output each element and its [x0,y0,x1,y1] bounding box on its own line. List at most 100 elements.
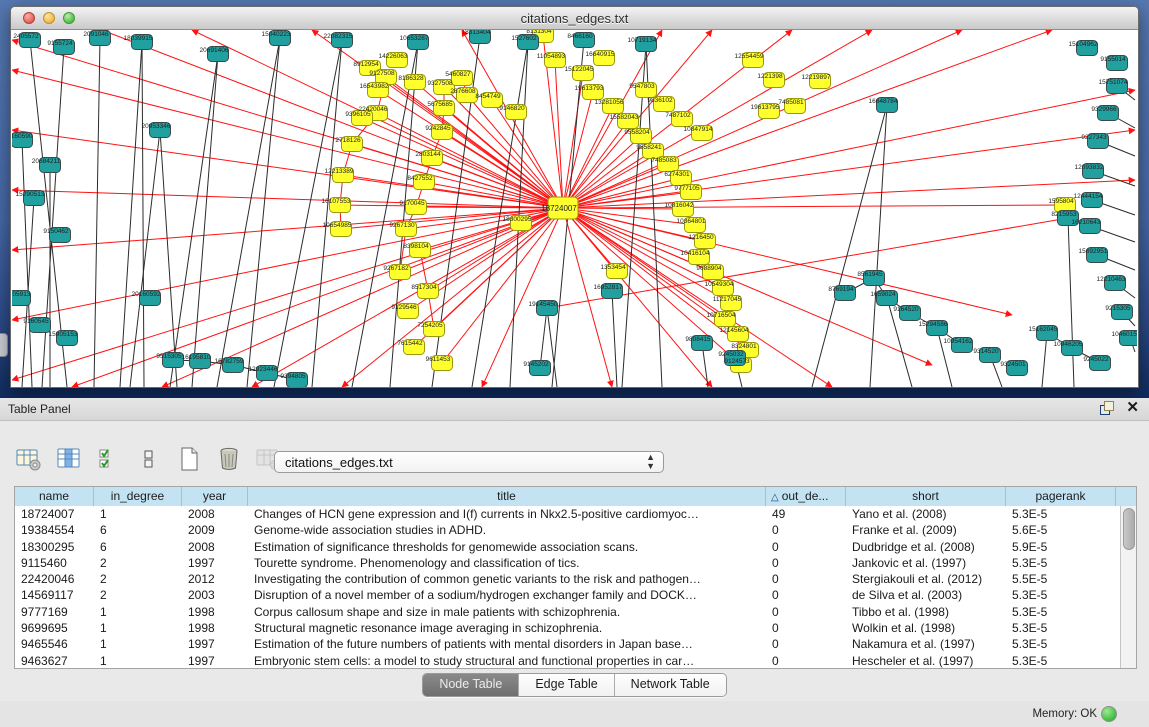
node-label: 7485081 [778,99,804,106]
node-label: 16543982 [360,83,389,90]
rows-icon[interactable] [134,444,164,474]
table-cell: 9465546 [15,636,94,652]
node-label: 9558241 [636,144,662,151]
network-edge[interactable] [555,60,563,208]
network-edge[interactable] [22,140,32,387]
table-panel-titlebar[interactable]: Table Panel ✕ [0,398,1149,421]
node-label: 20953346 [142,123,171,130]
node-label: 1527602 [511,35,537,42]
network-edge[interactable] [217,38,280,387]
network-edge[interactable] [540,308,547,368]
table-cell: 49 [766,506,846,522]
table-cell: 0 [766,522,846,538]
table-cell: 1 [94,653,182,668]
network-canvas[interactable]: 1872400718300295891295414226063912750816… [12,30,1137,387]
row-check-icon[interactable] [94,444,124,474]
column-header-title[interactable]: title [248,487,766,506]
network-edge[interactable] [12,208,563,250]
network-edge[interactable] [1068,218,1074,387]
network-edge[interactable] [247,38,280,387]
node-label: 9170045 [399,200,425,207]
network-edge[interactable] [130,130,160,387]
network-edge[interactable] [563,205,1065,208]
table-row[interactable]: 977716911998Corpus callosum shape and si… [15,604,1120,620]
network-edge[interactable] [170,54,218,387]
node-label: 8427552 [407,175,433,182]
node-label: 7485083 [651,157,677,164]
table-cell: de Silva et al. (2003) [846,587,1006,603]
column-select-icon[interactable] [54,444,84,474]
float-panel-icon[interactable] [1100,401,1114,415]
column-header-in-degree[interactable]: in_degree [94,487,182,506]
window-titlebar[interactable]: citations_edges.txt [11,7,1138,30]
node-label: 8769194 [828,286,854,293]
network-edge[interactable] [312,40,342,387]
table-row[interactable]: 1456911722003Disruption of a novel membe… [15,587,1120,603]
network-edge[interactable] [192,54,218,387]
column-header-out-degree[interactable]: △out_de... [766,487,846,506]
table-cell: 14569117 [15,587,94,603]
table-cell: 9115460 [15,555,94,571]
node-label: 15905153 [49,331,78,338]
network-edge[interactable] [274,40,342,387]
new-file-icon[interactable] [174,444,204,474]
node-label: 20684211 [32,158,61,165]
table-cell: Tourette syndrome. Phenomenology and cla… [248,555,766,571]
node-label: 8215953 [1051,211,1077,218]
table-row[interactable]: 946362711997Embryonic stem cells: a mode… [15,653,1120,668]
delete-icon[interactable] [214,444,244,474]
network-edge[interactable] [1042,333,1047,387]
table-cell: 0 [766,587,846,603]
network-edge[interactable] [142,42,144,387]
column-header-short[interactable]: short [846,487,1006,506]
node-label: 9396105 [345,111,371,118]
network-edge[interactable] [12,208,563,320]
node-label: 9688904 [696,265,722,272]
network-edge[interactable] [12,130,563,208]
table-row[interactable]: 1830029562008Estimation of significance … [15,539,1120,555]
node-label: 20691406 [200,47,229,54]
node-label: 11217045 [713,296,742,303]
network-edge[interactable] [812,105,887,387]
table-row[interactable]: 911546021997Tourette syndrome. Phenomeno… [15,555,1120,571]
table-row[interactable]: 946554611997Estimation of the future num… [15,636,1120,652]
close-panel-icon[interactable]: ✕ [1126,401,1139,415]
table-selector-dropdown[interactable]: citations_edges.txt ▲▼ [274,451,664,473]
node-label: 15122045 [565,66,594,73]
table-row[interactable]: 1872400712008Changes of HCN gene express… [15,506,1120,522]
node-label: 8454749 [475,93,501,100]
node-label: 1353454 [600,264,626,271]
node-label: 9611453 [426,356,451,363]
table-cell: 0 [766,636,846,652]
network-edge[interactable] [120,42,142,387]
node-label: 1659024 [870,291,896,298]
scrollbar-thumb[interactable] [1123,508,1135,550]
tab-node-table[interactable]: Node Table [423,674,519,696]
node-label: 15294586 [919,321,948,328]
node-label: 8517304 [411,284,437,291]
table-row[interactable]: 1938455462009Genome-wide association stu… [15,522,1120,538]
column-header-year[interactable]: year [182,487,248,506]
table-row[interactable]: 969969511998Structural magnetic resonanc… [15,620,1120,636]
node-label: 9836102 [647,97,673,104]
table-cell: 1997 [182,636,248,652]
table-cell: 0 [766,604,846,620]
node-label: 10954162 [944,338,973,345]
network-edge[interactable] [102,30,563,208]
application-desktop: citations_edges.txt 18724007183002958912… [0,0,1149,398]
table-row[interactable]: 2242004622012Investigating the contribut… [15,571,1120,587]
node-label: 12554459 [735,53,764,60]
tab-network-table[interactable]: Network Table [615,674,726,696]
node-label: 8186328 [398,75,424,82]
table-cell: 1998 [182,620,248,636]
network-edge[interactable] [160,130,177,387]
table-settings-icon[interactable] [14,444,44,474]
column-header-pagerank[interactable]: pagerank [1006,487,1116,506]
column-header-name[interactable]: name [15,487,94,506]
table-scrollbar[interactable] [1120,506,1136,668]
panel-collapse-handle[interactable] [0,333,8,357]
table-cell: 2009 [182,522,248,538]
table-cell: Hescheler et al. (1997) [846,653,1006,668]
tab-edge-table[interactable]: Edge Table [519,674,614,696]
network-edge[interactable] [612,291,617,387]
